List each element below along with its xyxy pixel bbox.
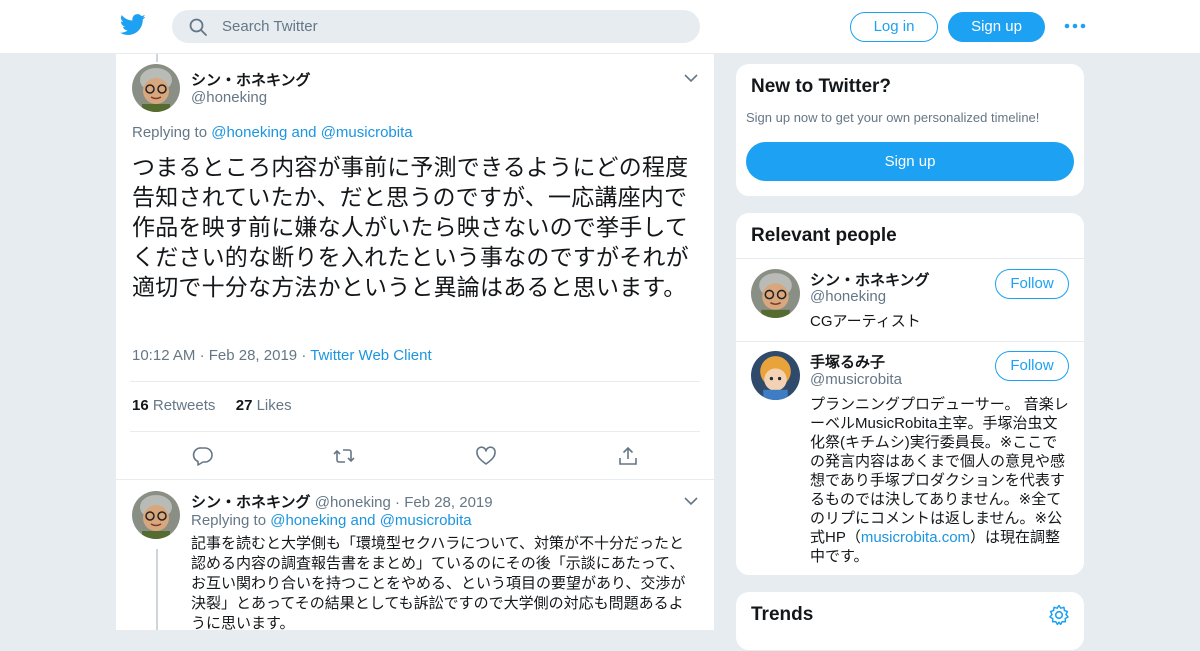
reply-author-handle[interactable]: @honeking (315, 494, 391, 511)
signup-card-subtitle: Sign up now to get your own personalized… (746, 110, 1040, 125)
retweet-icon[interactable] (333, 445, 355, 467)
thread-line (156, 549, 158, 630)
reply-text: 記事を読むと大学側も「環境型セクハラについて、対策が不十分だったと認める内容の調… (191, 535, 686, 630)
person-bio: CGアーティスト (810, 313, 921, 330)
person-bio: プランニングプロデューサー。 音楽レーベルMusicRobita主宰。手塚治虫文… (810, 395, 1072, 566)
replying-to-links[interactable]: @honeking and @musicrobita (211, 124, 412, 141)
search-icon (189, 18, 207, 36)
signup-button[interactable]: Sign up (948, 12, 1045, 42)
divider (736, 258, 1084, 259)
person-name[interactable]: シン・ホネキング (810, 269, 930, 290)
signup-card-title: New to Twitter? (751, 76, 892, 97)
retweet-label[interactable]: Retweets (153, 397, 216, 414)
person-bio-text: プランニングプロデューサー。 音楽レーベルMusicRobita主宰。手塚治虫文… (810, 396, 1069, 546)
like-label[interactable]: Likes (257, 397, 292, 414)
signup-card-button[interactable]: Sign up (746, 142, 1074, 181)
tweet-author-name[interactable]: シン・ホネキング (191, 69, 311, 90)
retweet-count[interactable]: 16 (132, 397, 149, 414)
person-name[interactable]: 手塚るみ子 (810, 351, 885, 372)
trends-title: Trends (751, 604, 814, 625)
search-box[interactable] (172, 10, 700, 43)
twitter-bird-icon[interactable] (120, 14, 146, 36)
meta-separator: · (301, 347, 311, 364)
like-icon[interactable] (475, 445, 497, 467)
person-handle[interactable]: @musicrobita (810, 371, 902, 388)
person-handle[interactable]: @honeking (810, 288, 886, 305)
divider (736, 341, 1084, 342)
top-bar: Log in Sign up (0, 0, 1200, 54)
avatar[interactable] (132, 64, 180, 112)
tweet-actions (116, 442, 714, 470)
chevron-down-icon[interactable] (684, 73, 698, 83)
tweet-date[interactable]: Feb 28, 2019 (209, 347, 297, 364)
relevant-people-title: Relevant people (751, 225, 897, 246)
replying-to-label: Replying to (191, 512, 271, 529)
trends-card: Trends (735, 591, 1085, 651)
follow-button[interactable]: Follow (995, 269, 1069, 299)
chevron-down-icon[interactable] (684, 496, 698, 506)
signup-card: New to Twitter? Sign up now to get your … (735, 63, 1085, 197)
reply-author-name[interactable]: シン・ホネキング (191, 494, 311, 511)
reply-icon[interactable] (192, 445, 214, 467)
gear-icon[interactable] (1048, 604, 1070, 626)
person-bio-link[interactable]: musicrobita.com (861, 529, 970, 546)
replying-to: Replying to @honeking and @musicrobita (132, 124, 413, 141)
replying-to-label: Replying to (132, 124, 212, 141)
relevant-people-card: Relevant people シン・ホネキング @honeking CGアーテ… (735, 212, 1085, 576)
follow-button[interactable]: Follow (995, 351, 1069, 381)
tweet-client[interactable]: Twitter Web Client (310, 347, 431, 364)
divider (130, 431, 700, 432)
main-column: シン・ホネキング @honeking Replying to @honeking… (115, 54, 715, 630)
tweet-text: つまるところ内容が事前に予測できるようにどの程度告知されていたか、だと思うのです… (132, 154, 689, 300)
replying-to-links[interactable]: @honeking and @musicrobita (270, 512, 471, 529)
divider (130, 381, 700, 382)
replying-to: Replying to @honeking and @musicrobita (191, 512, 472, 529)
tweet-time[interactable]: 10:12 AM (132, 347, 195, 364)
avatar[interactable] (751, 269, 800, 318)
tweet-author-handle[interactable]: @honeking (191, 89, 267, 106)
like-count[interactable]: 27 (236, 397, 253, 414)
avatar[interactable] (132, 491, 180, 539)
reply-header: シン・ホネキング @honeking · Feb 28, 2019 (191, 491, 493, 512)
meta-separator: · (395, 494, 405, 511)
reply-date[interactable]: Feb 28, 2019 (404, 494, 492, 511)
login-button[interactable]: Log in (850, 12, 938, 42)
more-icon[interactable] (1064, 19, 1086, 33)
thread-line (156, 54, 158, 62)
share-icon[interactable] (617, 445, 639, 467)
search-input[interactable] (222, 10, 682, 43)
tweet-meta: 10:12 AM · Feb 28, 2019 · Twitter Web Cl… (132, 347, 432, 364)
meta-separator: · (199, 347, 209, 364)
divider (116, 479, 714, 480)
tweet-stats: 16 Retweets 27 Likes (132, 397, 292, 414)
avatar[interactable] (751, 351, 800, 400)
